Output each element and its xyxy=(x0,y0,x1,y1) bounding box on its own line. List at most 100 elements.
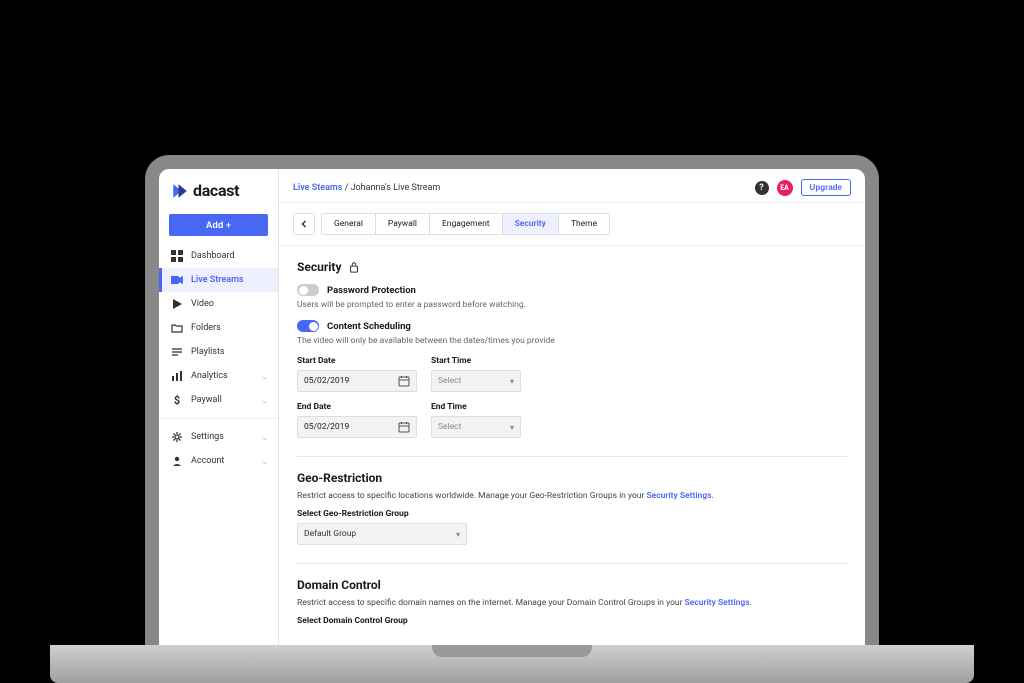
geo-heading: Geo-Restriction xyxy=(297,471,847,485)
add-button[interactable]: Add + xyxy=(169,214,268,236)
tab-theme[interactable]: Theme xyxy=(559,214,609,234)
end-date-label: End Date xyxy=(297,402,417,412)
app-screen: dacast Add + Dashboard Live Streams Vide… xyxy=(159,169,865,645)
domain-security-settings-link[interactable]: Security Settings xyxy=(685,598,750,608)
scheduling-row: Content Scheduling xyxy=(297,320,847,332)
start-date-value: 05/02/2019 xyxy=(304,376,349,386)
sidebar-item-label: Live Streams xyxy=(191,275,268,285)
laptop-frame: dacast Add + Dashboard Live Streams Vide… xyxy=(145,155,879,645)
password-protection-row: Password Protection xyxy=(297,284,847,296)
geo-desc: Restrict access to specific locations wo… xyxy=(297,491,847,501)
svg-text:$: $ xyxy=(174,394,180,406)
sidebar-item-analytics[interactable]: Analytics ⌄ xyxy=(159,364,278,388)
sidebar-item-dashboard[interactable]: Dashboard xyxy=(159,244,278,268)
scheduling-toggle[interactable] xyxy=(297,320,319,332)
start-date-input[interactable]: 05/02/2019 xyxy=(297,370,417,392)
start-time-label: Start Time xyxy=(431,356,521,366)
sidebar-item-label: Folders xyxy=(191,323,268,333)
divider xyxy=(297,456,847,457)
password-label: Password Protection xyxy=(327,285,416,296)
end-date-value: 05/02/2019 xyxy=(304,422,349,432)
tab-paywall[interactable]: Paywall xyxy=(376,214,430,234)
breadcrumb: Live Steams / Johanna's Live Stream xyxy=(293,183,440,193)
dashboard-icon xyxy=(171,250,183,262)
password-desc: Users will be prompted to enter a passwo… xyxy=(297,300,847,310)
start-time-field: Start Time Select ▾ xyxy=(431,356,521,392)
lock-icon xyxy=(348,261,360,273)
sidebar-item-playlists[interactable]: Playlists xyxy=(159,340,278,364)
chevron-down-icon: ⌄ xyxy=(261,433,268,442)
sidebar-item-label: Dashboard xyxy=(191,251,268,261)
chevron-down-icon: ⌄ xyxy=(261,457,268,466)
chevron-down-icon: ▾ xyxy=(456,530,460,539)
end-date-field: End Date 05/02/2019 xyxy=(297,402,417,438)
sidebar-item-paywall[interactable]: $ Paywall ⌄ xyxy=(159,388,278,412)
domain-desc: Restrict access to specific domain names… xyxy=(297,598,847,608)
playlist-icon xyxy=(171,346,183,358)
sidebar-item-label: Paywall xyxy=(191,395,253,405)
sidebar-item-label: Settings xyxy=(191,432,253,442)
tabs-row: General Paywall Engagement Security Them… xyxy=(279,203,865,246)
geo-group-value: Default Group xyxy=(304,529,356,539)
user-icon xyxy=(171,455,183,467)
tab-general[interactable]: General xyxy=(322,214,376,234)
chevron-down-icon: ⌄ xyxy=(261,372,268,381)
topbar: Live Steams / Johanna's Live Stream ? EA… xyxy=(279,169,865,203)
user-avatar[interactable]: EA xyxy=(777,180,793,196)
security-title-text: Security xyxy=(297,260,342,274)
brand-logo[interactable]: dacast xyxy=(159,169,278,210)
breadcrumb-separator: / xyxy=(342,183,350,193)
back-button[interactable] xyxy=(293,213,315,235)
start-time-placeholder: Select xyxy=(438,376,461,386)
help-icon[interactable]: ? xyxy=(755,181,769,195)
sidebar-item-folders[interactable]: Folders xyxy=(159,316,278,340)
start-time-select[interactable]: Select ▾ xyxy=(431,370,521,392)
dollar-icon: $ xyxy=(171,394,183,406)
upgrade-button[interactable]: Upgrade xyxy=(801,179,851,196)
scheduling-label: Content Scheduling xyxy=(327,321,411,332)
logo-icon xyxy=(171,182,189,200)
geo-select-label: Select Geo-Restriction Group xyxy=(297,509,847,519)
end-time-select[interactable]: Select ▾ xyxy=(431,416,521,438)
end-time-placeholder: Select xyxy=(438,422,461,432)
tabs: General Paywall Engagement Security Them… xyxy=(321,213,610,235)
sidebar-item-label: Video xyxy=(191,299,268,309)
calendar-icon xyxy=(398,421,410,433)
folder-icon xyxy=(171,322,183,334)
chevron-left-icon xyxy=(300,220,308,228)
domain-heading: Domain Control xyxy=(297,578,847,592)
end-date-input[interactable]: 05/02/2019 xyxy=(297,416,417,438)
chevron-down-icon: ▾ xyxy=(510,423,514,432)
content: Security Password Protection Users will … xyxy=(279,246,865,645)
chevron-down-icon: ▾ xyxy=(510,377,514,386)
sidebar-item-label: Analytics xyxy=(191,371,253,381)
camera-icon xyxy=(171,274,183,286)
laptop-notch xyxy=(432,645,592,657)
tab-engagement[interactable]: Engagement xyxy=(430,214,503,234)
geo-section: Geo-Restriction Restrict access to speci… xyxy=(297,471,847,545)
logo-text: dacast xyxy=(193,181,239,200)
geo-group-select[interactable]: Default Group ▾ xyxy=(297,523,467,545)
sidebar-item-livestreams[interactable]: Live Streams xyxy=(159,268,278,292)
domain-select-label: Select Domain Control Group xyxy=(297,616,847,626)
breadcrumb-root-link[interactable]: Live Steams xyxy=(293,183,342,193)
nav-divider xyxy=(159,418,278,419)
sidebar-item-account[interactable]: Account ⌄ xyxy=(159,449,278,473)
sidebar-item-video[interactable]: Video xyxy=(159,292,278,316)
geo-security-settings-link[interactable]: Security Settings xyxy=(646,491,711,501)
nav: Dashboard Live Streams Video Folders xyxy=(159,244,278,473)
sidebar: dacast Add + Dashboard Live Streams Vide… xyxy=(159,169,279,645)
start-date-label: Start Date xyxy=(297,356,417,366)
end-time-label: End Time xyxy=(431,402,521,412)
password-toggle[interactable] xyxy=(297,284,319,296)
analytics-icon xyxy=(171,370,183,382)
end-time-field: End Time Select ▾ xyxy=(431,402,521,438)
tab-security[interactable]: Security xyxy=(503,214,559,234)
domain-section: Domain Control Restrict access to specif… xyxy=(297,578,847,626)
scheduling-desc: The video will only be available between… xyxy=(297,336,847,346)
sidebar-item-settings[interactable]: Settings ⌄ xyxy=(159,425,278,449)
chevron-down-icon: ⌄ xyxy=(261,396,268,405)
start-date-field: Start Date 05/02/2019 xyxy=(297,356,417,392)
sidebar-item-label: Account xyxy=(191,456,253,466)
gear-icon xyxy=(171,431,183,443)
